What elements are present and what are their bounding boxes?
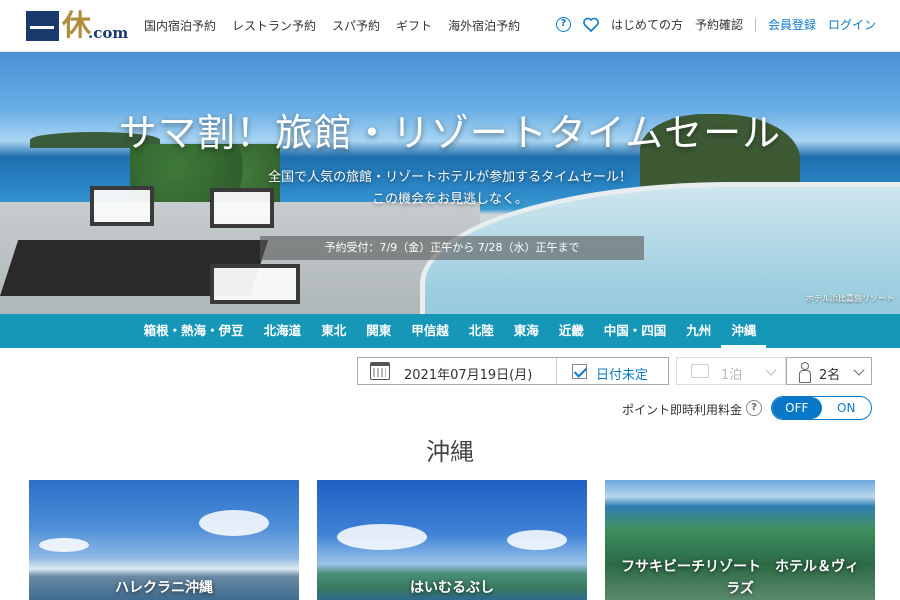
chevron-down-icon	[765, 364, 777, 376]
region-tab-tohoku[interactable]: 東北	[311, 314, 356, 348]
question-circle-icon[interactable]: ?	[746, 400, 762, 416]
hero-booking-period: 予約受付：7/9（金）正午から 7/28（水）正午まで	[260, 236, 644, 260]
region-tab-hokkaido[interactable]: 北海道	[254, 314, 312, 348]
region-tabs: 箱根・熱海・伊豆 北海道 東北 関東 甲信越 北陸 東海 近畿 中国・四国 九州…	[0, 314, 900, 348]
points-label: ポイント即時利用料金	[622, 403, 743, 417]
reservation-check-link[interactable]: 予約確認	[695, 16, 743, 33]
nav-overseas-hotel[interactable]: 海外宿泊予約	[448, 17, 520, 34]
calendar-icon	[370, 362, 390, 380]
toggle-off-option[interactable]: OFF	[772, 397, 822, 419]
header-actions: ? はじめての方 予約確認 会員登録 ログイン	[555, 16, 876, 33]
logo-text: 休	[62, 8, 92, 42]
person-icon	[799, 362, 811, 383]
region-tab-kanto[interactable]: 関東	[356, 314, 401, 348]
date-value: 2021年07月19日(月)	[404, 368, 533, 383]
date-picker[interactable]: 2021年07月19日(月) 日付未定	[357, 357, 669, 385]
main-nav: 国内宿泊予約 レストラン予約 スパ予約 ギフト 海外宿泊予約	[144, 17, 520, 34]
hero-banner[interactable]: サマ割！旅館・リゾートタイムセール 全国で人気の旅館・リゾートホテルが参加するタ…	[0, 52, 900, 314]
hotel-card[interactable]: ハレクラニ沖縄	[29, 480, 299, 600]
nights-select[interactable]: 1泊	[676, 357, 786, 385]
register-link[interactable]: 会員登録	[768, 16, 816, 33]
section-title: 沖縄	[426, 438, 474, 466]
hotel-card[interactable]: フサキビーチリゾート ホテル＆ヴィラズ	[605, 480, 875, 600]
header-divider	[754, 17, 756, 32]
guests-value: 2名	[819, 368, 841, 383]
heart-icon[interactable]	[583, 17, 599, 32]
region-tab-chugoku-shikoku[interactable]: 中国・四国	[594, 314, 677, 348]
region-tab-kyushu[interactable]: 九州	[676, 314, 721, 348]
beginner-link[interactable]: はじめての方	[611, 16, 683, 33]
guests-select[interactable]: 2名	[786, 357, 872, 385]
region-tab-hakone[interactable]: 箱根・熱海・伊豆	[134, 314, 254, 348]
hotel-card-name: はいむるぶし	[410, 580, 494, 596]
logo-mark-icon	[26, 11, 59, 41]
site-logo[interactable]: 休 .com	[26, 8, 128, 42]
cloud-shape	[199, 510, 269, 536]
hero-subtitle-line1: 全国で人気の旅館・リゾートホテルが参加するタイムセール！	[268, 170, 632, 185]
nav-gift[interactable]: ギフト	[396, 17, 432, 34]
hero-subtitle-line2: この機会をお見逃しなく。	[371, 192, 528, 207]
date-undecided-checkbox[interactable]	[572, 364, 587, 379]
cloud-shape	[507, 530, 567, 550]
region-tab-tokai[interactable]: 東海	[504, 314, 549, 348]
hero-title: サマ割！旅館・リゾートタイムセール	[118, 111, 782, 155]
hero-chair-shape	[210, 264, 300, 304]
nights-value: 1泊	[721, 368, 743, 383]
hotel-card-name: フサキビーチリゾート ホテル＆ヴィラズ	[621, 559, 859, 597]
nav-restaurant[interactable]: レストラン予約	[232, 17, 316, 34]
region-tab-kinki[interactable]: 近畿	[549, 314, 594, 348]
hero-photo-credit: ホテル浜比嘉島リゾート	[806, 294, 894, 303]
hotel-card-name: ハレクラニ沖縄	[115, 580, 213, 596]
region-tab-hokuriku[interactable]: 北陸	[459, 314, 504, 348]
date-undecided-label[interactable]: 日付未定	[596, 364, 648, 383]
region-tab-koshinetsu[interactable]: 甲信越	[401, 314, 459, 348]
points-toggle[interactable]: OFF ON	[771, 396, 872, 420]
date-divider	[556, 358, 557, 384]
logo-suffix: .com	[88, 24, 129, 42]
nav-domestic-hotel[interactable]: 国内宿泊予約	[144, 17, 216, 34]
cloud-shape	[39, 538, 89, 552]
chevron-down-icon	[853, 364, 865, 376]
region-tab-okinawa[interactable]: 沖縄	[721, 314, 767, 348]
login-link[interactable]: ログイン	[828, 16, 876, 33]
bed-icon	[691, 364, 709, 378]
cloud-shape	[337, 524, 427, 550]
site-header: 休 .com 国内宿泊予約 レストラン予約 スパ予約 ギフト 海外宿泊予約 ? …	[0, 0, 900, 52]
hotel-card[interactable]: はいむるぶし	[317, 480, 587, 600]
toggle-on-option[interactable]: ON	[822, 397, 872, 419]
question-circle-icon[interactable]: ?	[555, 17, 571, 32]
nav-spa[interactable]: スパ予約	[332, 17, 380, 34]
